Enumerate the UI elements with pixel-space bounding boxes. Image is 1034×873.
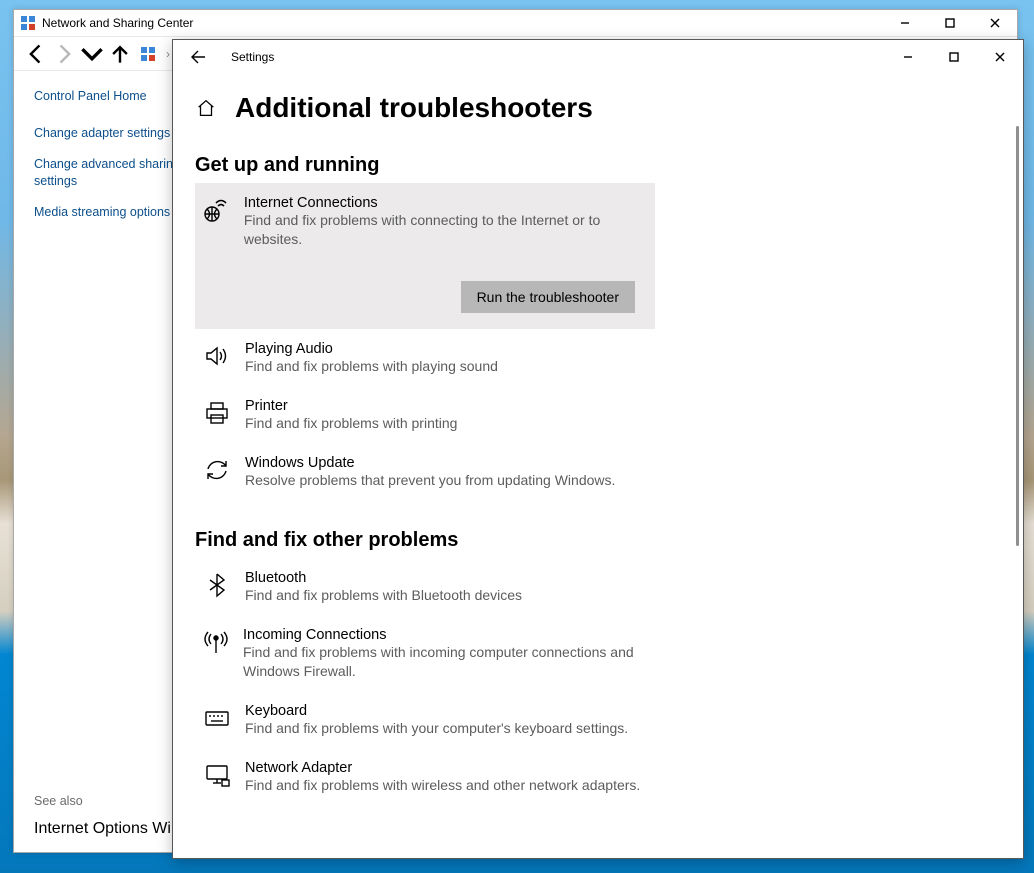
- item-desc: Find and fix problems with Bluetooth dev…: [245, 586, 522, 605]
- home-icon[interactable]: [195, 97, 217, 119]
- settings-close-button[interactable]: [977, 40, 1023, 74]
- troubleshooter-windows-update[interactable]: Windows Update Resolve problems that pre…: [195, 443, 651, 500]
- media-streaming-link[interactable]: Media streaming options: [34, 204, 194, 221]
- scrollbar-thumb[interactable]: [1016, 126, 1019, 546]
- network-center-icon: [20, 15, 36, 31]
- item-desc: Find and fix problems with printing: [245, 414, 457, 433]
- keyboard-icon: [204, 703, 230, 738]
- item-desc: Find and fix problems with your computer…: [245, 719, 628, 738]
- item-desc: Find and fix problems with incoming comp…: [243, 643, 641, 681]
- troubleshooter-playing-audio[interactable]: Playing Audio Find and fix problems with…: [195, 329, 651, 386]
- sync-icon: [204, 455, 230, 490]
- page-title: Additional troubleshooters: [235, 92, 593, 124]
- breadcrumb-sep: ›: [166, 47, 170, 61]
- troubleshooter-keyboard[interactable]: Keyboard Find and fix problems with your…: [195, 691, 651, 748]
- speaker-icon: [204, 341, 230, 376]
- back-maximize-button[interactable]: [927, 10, 972, 37]
- item-desc: Find and fix problems with playing sound: [245, 357, 498, 376]
- settings-maximize-button[interactable]: [931, 40, 977, 74]
- troubleshooter-printer[interactable]: Printer Find and fix problems with print…: [195, 386, 651, 443]
- item-title: Windows Update: [245, 455, 615, 471]
- back-close-button[interactable]: [972, 10, 1017, 37]
- settings-window: Settings Additional troubleshooters Get …: [172, 39, 1024, 859]
- troubleshooter-network-adapter[interactable]: Network Adapter Find and fix problems wi…: [195, 748, 651, 805]
- back-window-title: Network and Sharing Center: [42, 16, 882, 30]
- troubleshooter-incoming-connections[interactable]: Incoming Connections Find and fix proble…: [195, 615, 651, 691]
- item-title: Keyboard: [245, 703, 628, 719]
- back-titlebar[interactable]: Network and Sharing Center: [14, 10, 1017, 37]
- settings-minimize-button[interactable]: [885, 40, 931, 74]
- item-title: Network Adapter: [245, 760, 640, 776]
- item-title: Incoming Connections: [243, 627, 641, 643]
- breadcrumb-icon: [140, 46, 156, 62]
- item-title: Printer: [245, 398, 457, 414]
- item-desc: Find and fix problems with connecting to…: [244, 211, 645, 249]
- change-sharing-link[interactable]: Change advanced sharing settings: [34, 156, 194, 190]
- nav-back-button[interactable]: [24, 42, 48, 66]
- item-title: Bluetooth: [245, 570, 522, 586]
- item-desc: Resolve problems that prevent you from u…: [245, 471, 615, 490]
- globe-signal-icon: [203, 195, 229, 249]
- settings-window-title: Settings: [223, 50, 885, 64]
- section-find-fix-heading: Find and fix other problems: [195, 529, 651, 552]
- settings-titlebar[interactable]: Settings: [173, 40, 1023, 74]
- item-title: Internet Connections: [244, 195, 645, 211]
- nav-history-button[interactable]: [80, 42, 104, 66]
- item-desc: Find and fix problems with wireless and …: [245, 776, 640, 795]
- settings-content: Additional troubleshooters Get up and ru…: [173, 74, 1023, 858]
- troubleshooter-internet-connections[interactable]: Internet Connections Find and fix proble…: [195, 183, 655, 329]
- printer-icon: [204, 398, 230, 433]
- monitor-network-icon: [204, 760, 230, 795]
- internet-options-link[interactable]: Internet Options: [34, 820, 148, 837]
- nav-up-button[interactable]: [108, 42, 132, 66]
- item-title: Playing Audio: [245, 341, 498, 357]
- section-get-up-heading: Get up and running: [195, 154, 651, 177]
- troubleshooter-bluetooth[interactable]: Bluetooth Find and fix problems with Blu…: [195, 558, 651, 615]
- antenna-icon: [203, 627, 229, 681]
- change-adapter-link[interactable]: Change adapter settings: [34, 125, 194, 142]
- back-minimize-button[interactable]: [882, 10, 927, 37]
- run-troubleshooter-button[interactable]: Run the troubleshooter: [461, 281, 635, 313]
- control-panel-home-link[interactable]: Control Panel Home: [34, 89, 194, 103]
- bluetooth-icon: [204, 570, 230, 605]
- settings-back-button[interactable]: [173, 40, 223, 74]
- nav-forward-button[interactable]: [52, 42, 76, 66]
